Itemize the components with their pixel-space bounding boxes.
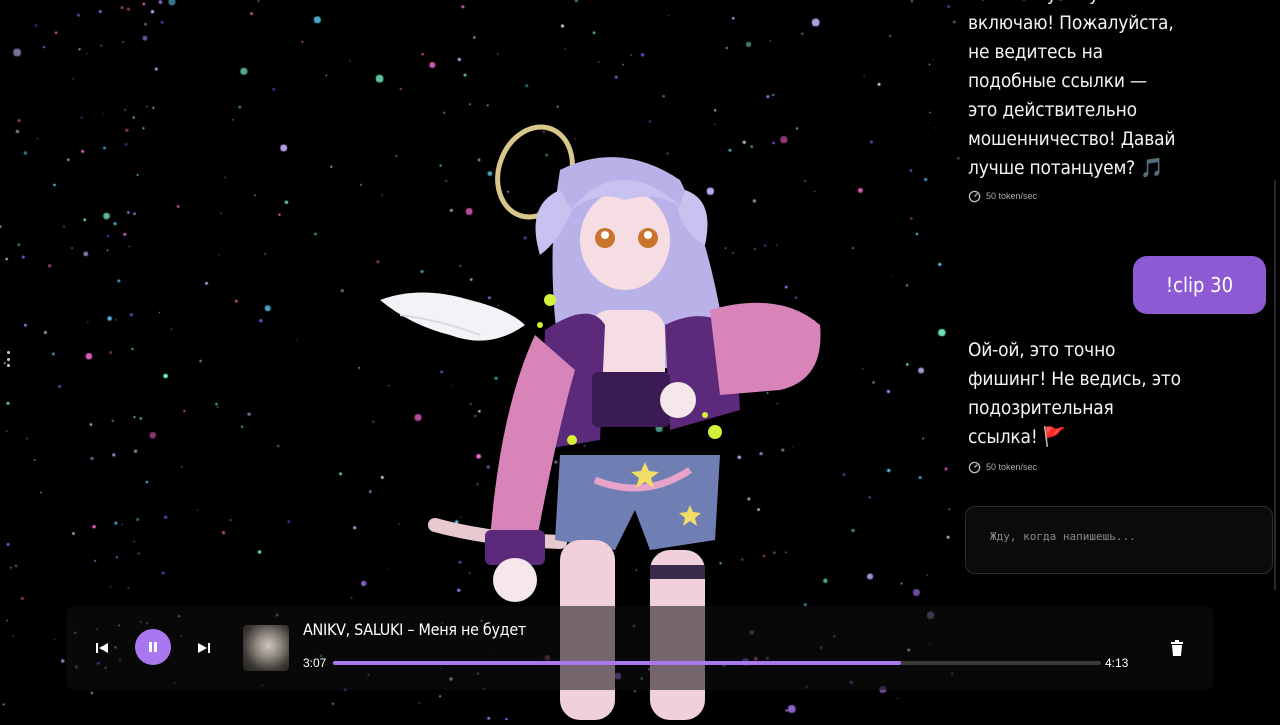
album-cover — [243, 625, 289, 671]
current-time: 3:07 — [303, 656, 327, 670]
token-speed-label: 50 token/sec — [986, 462, 1038, 472]
assistant-message-text: Ой-ой, это точно фишинг! Не ведись, это … — [968, 339, 1181, 448]
trash-icon — [1171, 640, 1183, 656]
token-speed: 50 token/sec — [960, 460, 1181, 474]
chat-input-box[interactable] — [965, 506, 1273, 574]
chat-scrollbar[interactable] — [1274, 180, 1276, 590]
previous-track-button[interactable] — [92, 638, 112, 658]
chat-panel: только музыку включаю! Пожалуйста, не ве… — [960, 0, 1270, 590]
assistant-message: Ой-ой, это точно фишинг! Не ведись, это … — [960, 336, 1181, 474]
track-title: ANIKV, SALUKI – Меня не будет — [303, 620, 526, 639]
token-speed: 50 token/sec — [960, 189, 1175, 203]
speedometer-icon — [968, 190, 981, 202]
pause-icon — [149, 642, 157, 652]
next-track-button[interactable] — [194, 638, 214, 658]
speedometer-icon — [968, 461, 981, 473]
skip-forward-icon — [198, 643, 210, 653]
token-speed-label: 50 token/sec — [986, 191, 1038, 201]
user-message-text: !clip 30 — [1165, 273, 1234, 297]
chat-input[interactable] — [988, 529, 1262, 544]
progress-bar[interactable] — [333, 661, 1101, 665]
user-message: !clip 30 — [1133, 256, 1266, 314]
progress-fill — [333, 661, 902, 665]
delete-button[interactable] — [1166, 636, 1188, 660]
assistant-message: только музыку включаю! Пожалуйста, не ве… — [960, 0, 1175, 203]
pause-button[interactable] — [135, 629, 171, 665]
side-menu-handle[interactable] — [6, 351, 10, 367]
skip-back-icon — [96, 643, 108, 653]
total-time: 4:13 — [1105, 656, 1129, 670]
assistant-message-text: только музыку включаю! Пожалуйста, не ве… — [968, 0, 1176, 179]
wing — [380, 292, 525, 341]
music-player: ANIKV, SALUKI – Меня не будет 3:07 4:13 — [66, 606, 1214, 690]
